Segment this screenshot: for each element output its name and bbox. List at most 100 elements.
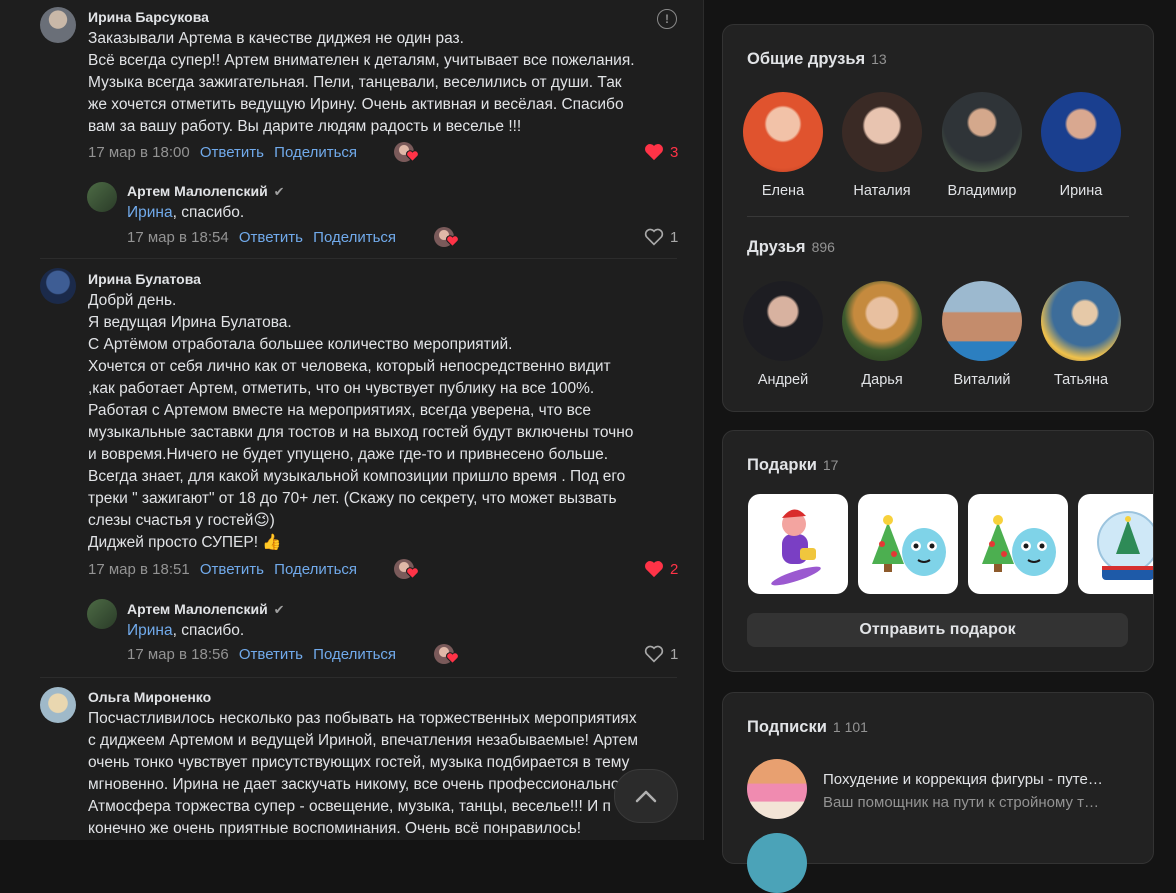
avatar[interactable] [747, 833, 807, 893]
friend-item[interactable]: Татьяна [1033, 281, 1129, 388]
reply-author[interactable]: Артем Малолепский ✔ [127, 183, 285, 200]
avatar[interactable] [87, 599, 117, 629]
friend-item[interactable]: Владимир [934, 92, 1030, 199]
comment-text: Посчастливилось несколько раз побывать н… [88, 708, 668, 840]
section-count: 896 [811, 239, 835, 255]
reply-text: Ирина, спасибо. [127, 202, 703, 224]
friends-card: Общие друзья 13 Елена Наталия Владимир Ир… [722, 24, 1154, 412]
snowboard-gift-icon [771, 508, 821, 586]
text-line: и вовремя.Ничего не будет упущено, даже … [88, 446, 609, 463]
like-button[interactable]: 3 [644, 143, 678, 161]
gift-item[interactable] [748, 494, 848, 594]
subscription-description: Ваш помощник на пути к стройному т… [823, 794, 1100, 811]
like-button[interactable]: 1 [644, 228, 678, 246]
text-line: вам за вашу работу. Вы дарите людям радо… [88, 118, 522, 135]
comment-text: Заказывали Артема в качестве диджея не о… [88, 28, 668, 138]
avatar [743, 281, 823, 361]
likers-avatars[interactable] [394, 142, 420, 164]
comment-date[interactable]: 17 мар в 18:00 [88, 144, 190, 161]
avatar[interactable] [87, 182, 117, 212]
likers-avatars[interactable] [434, 227, 460, 249]
gift-item[interactable] [858, 494, 958, 594]
text-line: же хочется отметить ведущую Ирину. Очень… [88, 96, 624, 113]
gifts-title[interactable]: Подарки 17 [747, 456, 838, 475]
comment-author[interactable]: Ольга Мироненко [88, 689, 211, 705]
text-line: Хочется от себя лично как от человека, к… [88, 358, 611, 375]
reply-body: , спасибо. [172, 204, 245, 221]
friend-name: Ирина [1059, 183, 1103, 199]
reply-text: Ирина, спасибо. [127, 620, 703, 642]
snow-globe-gift-icon [1097, 511, 1153, 580]
comment-date[interactable]: 17 мар в 18:51 [88, 561, 190, 578]
gift-item[interactable] [968, 494, 1068, 594]
like-button[interactable]: 1 [644, 645, 678, 663]
avatar[interactable] [40, 268, 76, 304]
text-line: Музыка всегда зажигательная. Пели, танце… [88, 74, 622, 91]
avatar [1041, 281, 1121, 361]
reply-button[interactable]: Ответить [200, 561, 264, 578]
avatar[interactable] [40, 687, 76, 723]
text-line: Посчастливилось несколько раз побывать н… [88, 710, 637, 727]
mutual-friends-title[interactable]: Общие друзья 13 [747, 50, 887, 69]
divider [747, 216, 1129, 217]
reply-meta: 17 мар в 18:56 Ответить Поделиться [127, 646, 396, 663]
friend-item[interactable]: Наталия [834, 92, 930, 199]
avatar [1041, 92, 1121, 172]
friend-item[interactable]: Виталий [934, 281, 1030, 388]
scroll-to-top-button[interactable] [614, 769, 678, 823]
reply-author[interactable]: Артем Малолепский ✔ [127, 601, 285, 618]
like-count: 2 [670, 560, 679, 578]
avatar [942, 281, 1022, 361]
reply-button[interactable]: Ответить [239, 646, 303, 663]
share-button[interactable]: Поделиться [313, 229, 396, 246]
gift-item[interactable] [1078, 494, 1153, 594]
dragon-tree-gift-icon [982, 515, 1056, 576]
section-title: Друзья [747, 238, 806, 256]
section-title: Подписки [747, 718, 827, 736]
friend-item[interactable]: Ирина [1033, 92, 1129, 199]
heart-filled-icon [645, 144, 663, 161]
mention-link[interactable]: Ирина [127, 622, 173, 639]
subscriptions-title[interactable]: Подписки 1 101 [747, 718, 868, 737]
friend-name: Владимир [947, 183, 1017, 199]
comment-meta: 17 мар в 18:51 Ответить Поделиться [88, 561, 357, 578]
share-button[interactable]: Поделиться [274, 561, 357, 578]
reply-author-name[interactable]: Артем Малолепский [127, 601, 268, 617]
friend-name: Дарья [861, 372, 903, 388]
text-line: с диджеем Артемом и ведущей Ириной, впеч… [88, 732, 639, 749]
avatar [747, 759, 807, 819]
verified-check-icon: ✔ [273, 184, 285, 199]
comment-author[interactable]: Ирина Барсукова [88, 9, 209, 25]
comment-author[interactable]: Ирина Булатова [88, 271, 201, 287]
comment-meta: 17 мар в 18:00 Ответить Поделиться [88, 144, 357, 161]
like-button[interactable]: 2 [644, 560, 678, 578]
heart-outline-icon [644, 228, 664, 246]
text-line: Добрй день. [88, 292, 177, 309]
reply-author-name[interactable]: Артем Малолепский [127, 183, 268, 199]
report-icon[interactable]: ! [657, 9, 677, 29]
mention-link[interactable]: Ирина [127, 204, 173, 221]
friend-name: Елена [761, 183, 805, 199]
reply-button[interactable]: Ответить [200, 144, 264, 161]
friend-item[interactable]: Дарья [834, 281, 930, 388]
section-title: Подарки [747, 456, 817, 474]
text-line: Заказывали Артема в качестве диджея не о… [88, 30, 464, 47]
reply-date[interactable]: 17 мар в 18:54 [127, 229, 229, 246]
likers-avatars[interactable] [434, 644, 460, 666]
send-gift-button[interactable]: Отправить подарок [747, 613, 1128, 647]
friend-item[interactable]: Андрей [735, 281, 831, 388]
section-count: 17 [822, 457, 839, 473]
friends-title[interactable]: Друзья 896 [747, 238, 835, 257]
avatar[interactable] [40, 7, 76, 43]
share-button[interactable]: Поделиться [313, 646, 396, 663]
heart-outline-icon [644, 645, 664, 663]
likers-avatars[interactable] [394, 559, 420, 581]
share-button[interactable]: Поделиться [274, 144, 357, 161]
friend-item[interactable]: Елена [735, 92, 831, 199]
subscriptions-card: Подписки 1 101 Похудение и коррекция фигу… [722, 692, 1154, 893]
subscription-item[interactable]: Похудение и коррекция фигуры - путе… Ваш… [723, 759, 1153, 823]
avatar [743, 92, 823, 172]
reply-button[interactable]: Ответить [239, 229, 303, 246]
text-line: ,как работает Артем, отметить, что он чу… [88, 380, 595, 397]
reply-date[interactable]: 17 мар в 18:56 [127, 646, 229, 663]
